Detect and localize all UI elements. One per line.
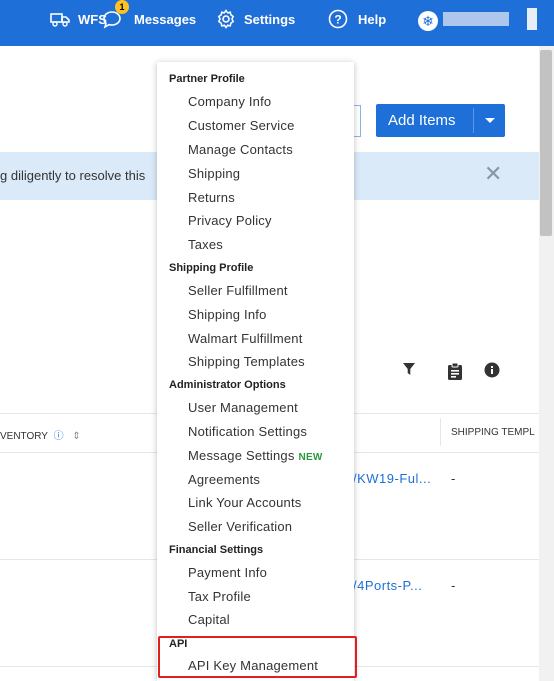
settings-nav-item[interactable]: Settings: [216, 0, 295, 38]
message-settings-label: Message Settings: [188, 448, 295, 463]
messages-count-badge: 1: [115, 0, 129, 14]
menu-item-customer-service[interactable]: Customer Service: [188, 118, 295, 133]
menu-item-manage-contacts[interactable]: Manage Contacts: [188, 142, 293, 157]
close-icon[interactable]: ✕: [484, 163, 502, 185]
new-badge: NEW: [298, 452, 323, 463]
menu-item-agreements[interactable]: Agreements: [188, 472, 260, 487]
top-nav-bar: WFS Messages 1 Settings ? Help ❄: [0, 0, 554, 46]
product-name-link[interactable]: /KW19-Ful...: [353, 471, 431, 486]
account-menu-redacted: [527, 8, 537, 30]
menu-item-company-info[interactable]: Company Info: [188, 94, 271, 109]
menu-item-seller-fulfillment[interactable]: Seller Fulfillment: [188, 283, 288, 298]
inventory-column-header[interactable]: VENTORY ⓘ ⇕: [0, 427, 81, 442]
section-heading-shipping-profile: Shipping Profile: [169, 262, 254, 274]
menu-item-shipping[interactable]: Shipping: [188, 166, 240, 181]
messages-label: Messages: [134, 11, 197, 27]
menu-item-notification-settings[interactable]: Notification Settings: [188, 424, 307, 439]
account-name-redacted: [443, 12, 509, 26]
chevron-down-icon[interactable]: [485, 118, 495, 123]
info-icon[interactable]: [484, 362, 500, 383]
menu-item-user-management[interactable]: User Management: [188, 400, 298, 415]
truck-icon: [50, 12, 71, 27]
settings-label: Settings: [244, 11, 296, 27]
menu-item-shipping-info[interactable]: Shipping Info: [188, 307, 267, 322]
info-circle-icon[interactable]: ⓘ: [54, 431, 64, 442]
menu-item-payment-info[interactable]: Payment Info: [188, 565, 267, 580]
menu-item-seller-verification[interactable]: Seller Verification: [188, 519, 292, 534]
button-divider: [473, 108, 474, 133]
shipping-template-cell: -: [451, 578, 456, 593]
shipping-template-cell: -: [451, 471, 456, 486]
section-heading-partner-profile: Partner Profile: [169, 73, 245, 85]
inventory-header-label: VENTORY: [0, 431, 48, 442]
api-section-highlight: [158, 636, 357, 678]
menu-item-message-settings[interactable]: Message Settings NEW: [188, 448, 322, 463]
section-heading-financial-settings: Financial Settings: [169, 544, 264, 556]
shipping-template-column-header: SHIPPING TEMPL: [451, 427, 535, 438]
banner-text: g diligently to resolve this: [0, 168, 146, 183]
help-circle-icon: ?: [328, 9, 348, 29]
product-name-link[interactable]: /4Ports-P...: [353, 578, 422, 593]
add-items-button[interactable]: Add Items: [376, 104, 505, 137]
menu-item-shipping-templates[interactable]: Shipping Templates: [188, 354, 305, 369]
sort-icon[interactable]: ⇕: [72, 431, 80, 442]
menu-item-tax-profile[interactable]: Tax Profile: [188, 589, 251, 604]
menu-item-privacy-policy[interactable]: Privacy Policy: [188, 213, 272, 228]
menu-item-walmart-fulfillment[interactable]: Walmart Fulfillment: [188, 331, 303, 346]
filter-icon[interactable]: [402, 362, 416, 381]
svg-text:?: ?: [334, 13, 341, 27]
add-items-label: Add Items: [388, 112, 456, 129]
help-label: Help: [358, 11, 387, 27]
scrollbar-thumb[interactable]: [540, 50, 552, 236]
menu-item-returns[interactable]: Returns: [188, 190, 235, 205]
help-nav-item[interactable]: ? Help: [328, 0, 386, 38]
section-heading-administrator-options: Administrator Options: [169, 379, 286, 391]
menu-item-taxes[interactable]: Taxes: [188, 237, 223, 252]
clipboard-icon[interactable]: [447, 362, 463, 386]
column-separator: [440, 418, 441, 446]
account-avatar[interactable]: ❄: [418, 11, 438, 31]
menu-item-link-your-accounts[interactable]: Link Your Accounts: [188, 495, 301, 510]
wfs-nav-item[interactable]: WFS: [50, 0, 107, 38]
gear-icon: [216, 9, 236, 29]
menu-item-capital[interactable]: Capital: [188, 612, 230, 627]
